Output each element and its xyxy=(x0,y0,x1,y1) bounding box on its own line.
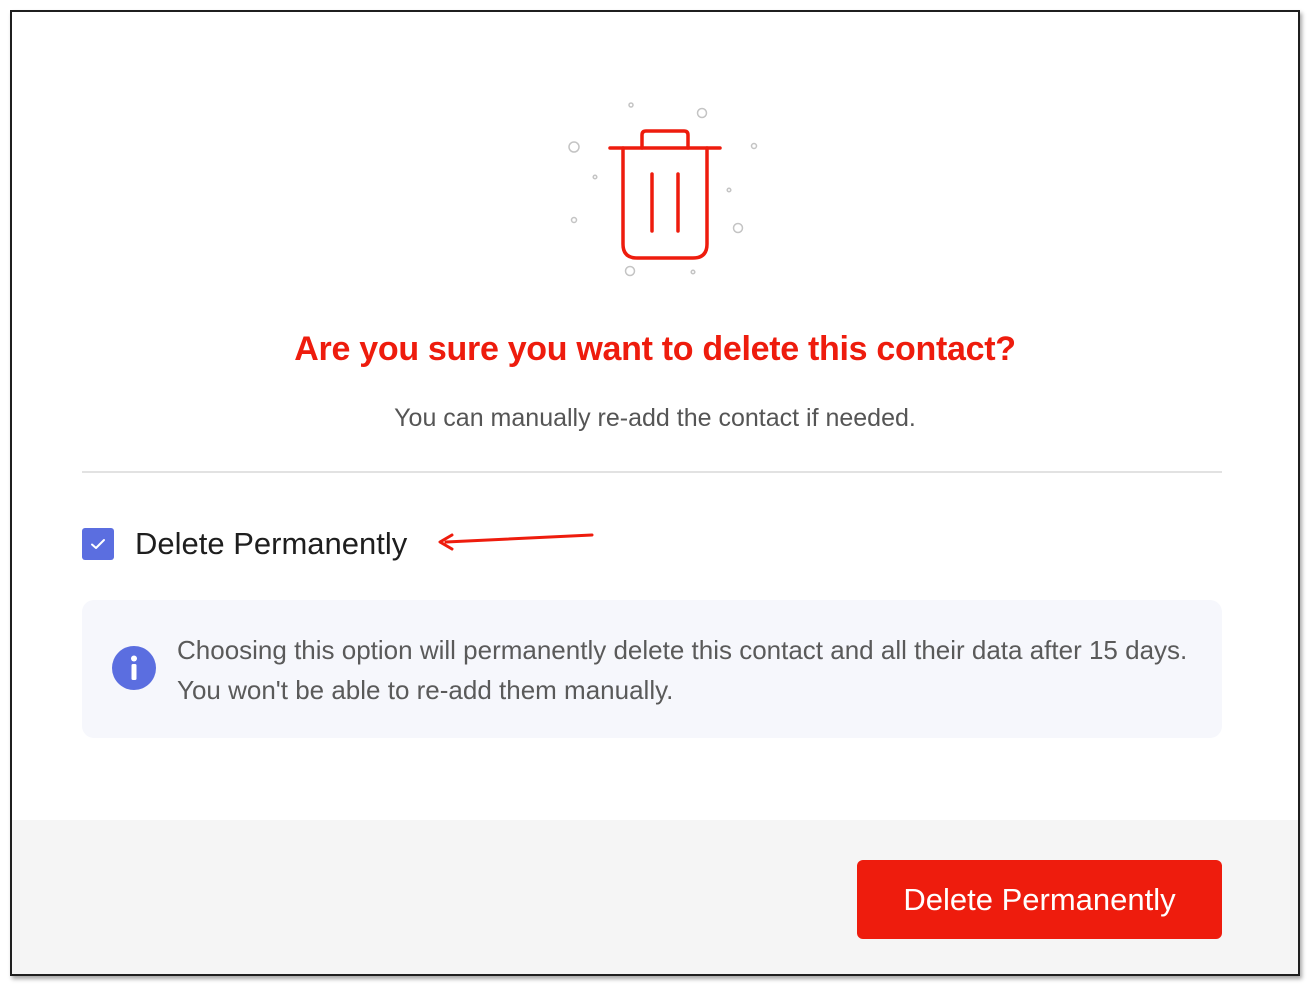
check-icon xyxy=(91,539,105,549)
delete-permanently-option[interactable]: Delete Permanently xyxy=(82,524,407,564)
delete-permanently-button[interactable]: Delete Permanently xyxy=(857,860,1222,939)
divider xyxy=(82,471,1222,473)
delete-permanently-label[interactable]: Delete Permanently xyxy=(135,526,407,562)
dialog-subtitle: You can manually re-add the contact if n… xyxy=(394,404,916,432)
dialog-footer: Delete Permanently xyxy=(12,820,1298,974)
info-box: Choosing this option will permanently de… xyxy=(82,600,1222,738)
annotation-arrow-icon xyxy=(422,526,602,556)
delete-permanently-checkbox[interactable] xyxy=(82,528,114,560)
trash-illustration xyxy=(552,92,772,282)
decorative-dots xyxy=(568,102,758,277)
delete-contact-dialog: Are you sure you want to delete this con… xyxy=(10,10,1300,976)
dialog-title: Are you sure you want to delete this con… xyxy=(294,330,1016,368)
info-icon xyxy=(112,646,156,690)
info-text: Choosing this option will permanently de… xyxy=(177,635,1188,705)
trash-icon xyxy=(608,129,722,260)
